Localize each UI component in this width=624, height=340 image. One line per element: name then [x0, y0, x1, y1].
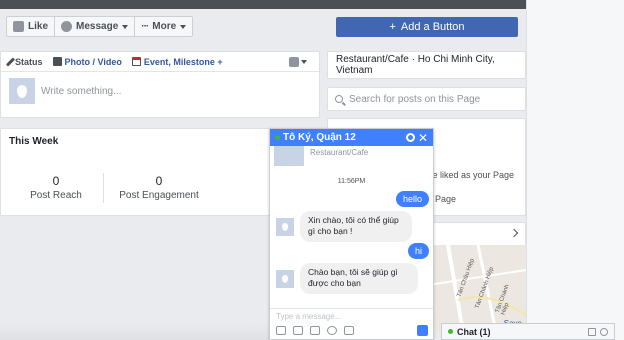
page-avatar — [9, 78, 35, 104]
chat-title[interactable]: Tô Ký, Quận 12 — [283, 132, 356, 143]
composer-tools — [276, 326, 354, 335]
sticker-icon[interactable] — [293, 326, 303, 335]
tab-photo-video[interactable]: Photo / Video — [52, 56, 122, 67]
gear-icon[interactable] — [405, 133, 415, 142]
post-reach-label: Post Reach — [30, 190, 82, 201]
incoming-message: Chào bạn, tôi sẽ giúp gì được cho bạn — [300, 263, 418, 294]
messenger-icon — [61, 21, 73, 32]
chevron-right-icon[interactable] — [509, 228, 519, 238]
emoji-icon[interactable] — [327, 326, 337, 335]
online-indicator — [275, 135, 280, 140]
add-a-button[interactable]: + Add a Button — [336, 17, 518, 37]
page-profile-picture — [274, 146, 304, 166]
location-pin-icon — [282, 223, 288, 231]
location-pin-icon — [282, 275, 288, 283]
ellipsis-icon: ··· — [141, 21, 149, 32]
bottom-area — [0, 322, 269, 340]
post-reach-stat[interactable]: 0 Post Reach — [26, 174, 86, 201]
camera-icon — [52, 57, 62, 66]
post-engagement-value: 0 — [155, 174, 163, 188]
more-label: More — [152, 21, 177, 32]
post-composer: Status Photo / Video Event, Milestone + … — [0, 51, 320, 118]
plus-icon: + — [389, 21, 396, 33]
chat-count-label: Chat (1) — [457, 326, 491, 337]
message-input[interactable]: Type a message... — [276, 312, 341, 321]
new-message-icon[interactable] — [588, 327, 596, 336]
caret-down-icon — [122, 24, 129, 29]
liked-text[interactable]: ve liked as your Page — [428, 170, 514, 180]
search-placeholder: Search for posts on this Page — [349, 93, 481, 105]
thumbs-up-icon — [13, 21, 24, 32]
divider — [103, 173, 104, 203]
attachment-icon[interactable] — [344, 326, 354, 335]
gif-icon[interactable] — [310, 326, 320, 335]
calendar-icon — [131, 57, 141, 66]
tab-event-label: Event, Milestone + — [143, 56, 223, 67]
search-posts-field[interactable]: Search for posts on this Page — [327, 87, 526, 111]
page-avatar-icon — [289, 56, 299, 67]
top-bar — [0, 0, 526, 9]
category-text: Restaurant/Cafe · Ho Chi Minh City, Viet… — [336, 54, 495, 76]
tab-status-label: Status — [15, 56, 43, 67]
close-icon[interactable]: ✕ — [418, 132, 428, 144]
chat-window: Tô Ký, Quận 12 ✕ Restaurant/Cafe 11:56PM… — [269, 128, 434, 340]
message-composer: Type a message... — [270, 308, 433, 339]
message-button[interactable]: Message — [54, 16, 136, 37]
composer-body[interactable]: Write something... — [1, 72, 319, 110]
chat-subtitle: Restaurant/Cafe — [310, 148, 369, 157]
search-icon — [335, 95, 343, 103]
tab-photo-video-label: Photo / Video — [64, 56, 122, 67]
photo-icon[interactable] — [276, 326, 286, 335]
more-button[interactable]: ··· More — [134, 16, 194, 37]
tab-status[interactable]: Status — [5, 56, 43, 67]
chat-sidebar-bar[interactable]: Chat (1) — [441, 323, 615, 340]
caret-down-icon — [301, 59, 307, 64]
like-button[interactable]: Like — [6, 16, 56, 37]
post-engagement-stat[interactable]: 0 Post Engagement — [117, 174, 201, 201]
add-button-label: Add a Button — [400, 21, 465, 33]
page-avatar — [276, 218, 294, 236]
chat-header[interactable]: Tô Ký, Quận 12 ✕ — [270, 129, 433, 146]
thumbs-up-icon[interactable] — [417, 325, 428, 336]
online-indicator — [448, 329, 453, 334]
page-action-buttons: Like Message ··· More — [6, 16, 194, 37]
outgoing-message: hello — [395, 191, 429, 207]
message-timestamp: 11:56PM — [337, 178, 366, 185]
location-pin-icon — [17, 84, 27, 98]
post-engagement-label: Post Engagement — [119, 190, 199, 201]
right-rail — [526, 0, 624, 340]
pencil-icon — [5, 56, 16, 67]
outgoing-message: hi — [407, 243, 429, 259]
post-reach-value: 0 — [52, 174, 60, 188]
gear-icon[interactable] — [600, 327, 608, 336]
message-label: Message — [76, 21, 119, 32]
tab-event-milestone[interactable]: Event, Milestone + — [131, 56, 223, 67]
page-category: Restaurant/Cafe · Ho Chi Minh City, Viet… — [327, 51, 526, 79]
composer-tabs: Status Photo / Video Event, Milestone + — [1, 52, 319, 72]
page-avatar — [276, 270, 294, 288]
incoming-message: Xin chào, tôi có thể giúp gì cho bạn ! — [300, 211, 412, 242]
composer-input[interactable]: Write something... — [41, 86, 121, 97]
caret-down-icon — [180, 24, 187, 29]
composer-options-button[interactable] — [289, 56, 307, 67]
like-label: Like — [28, 21, 49, 32]
map[interactable]: Tân Châu Hiệp Tân Chánh Hiệp Tân Chánh H… — [428, 245, 526, 332]
